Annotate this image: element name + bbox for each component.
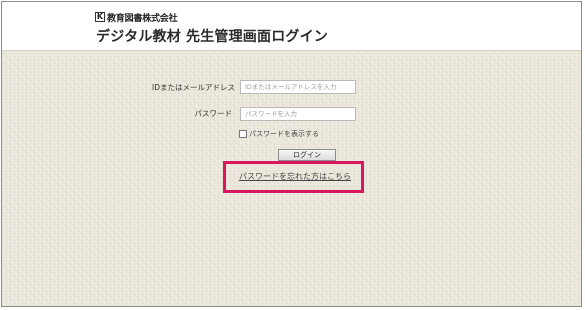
show-password-checkbox[interactable]: [239, 130, 247, 138]
show-password-label: パスワードを表示する: [249, 130, 319, 138]
login-button[interactable]: ログイン: [278, 149, 336, 161]
page-title: デジタル教材 先生管理画面ログイン: [96, 29, 328, 45]
id-email-input[interactable]: [240, 80, 356, 94]
login-panel: IDまたはメールアドレス パスワード パスワードを表示する ログイン パスワード…: [2, 51, 581, 306]
browser-viewport: K 教育図書株式会社 デジタル教材 先生管理画面ログイン IDまたはメールアドレ…: [1, 1, 582, 307]
show-password-option[interactable]: パスワードを表示する: [239, 129, 319, 139]
publisher-logo: K 教育図書株式会社: [95, 11, 178, 24]
page-header: K 教育図書株式会社 デジタル教材 先生管理画面ログイン: [2, 2, 581, 51]
id-field-label: IDまたはメールアドレス: [152, 83, 235, 92]
publisher-name: 教育図書株式会社: [107, 13, 178, 24]
password-field-label: パスワード: [194, 109, 233, 118]
forgot-password-link[interactable]: パスワードを忘れた方はこちら: [239, 171, 351, 182]
password-input[interactable]: [240, 107, 356, 121]
publisher-logo-icon: K: [95, 12, 105, 22]
